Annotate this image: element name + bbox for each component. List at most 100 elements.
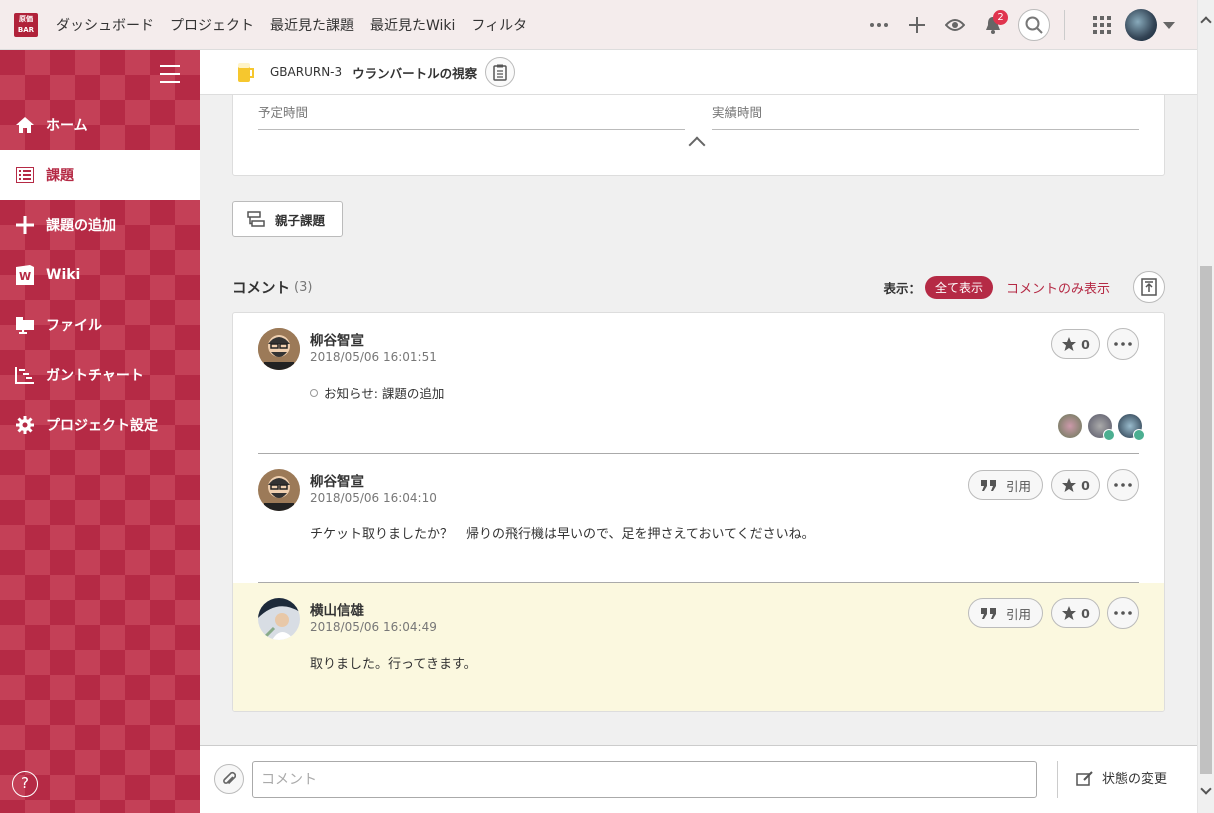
comment-input[interactable] <box>252 761 1037 798</box>
comment-date: 2018/05/06 16:01:51 <box>310 350 437 364</box>
sidebar-item-add-issue[interactable]: 課題の追加 <box>0 200 200 250</box>
collapse-chevron-up-icon[interactable] <box>688 136 706 154</box>
comment-item: 柳谷智宣 2018/05/06 16:04:10 チケット取りましたか？ 帰りの… <box>233 454 1164 582</box>
comment-more-button[interactable] <box>1107 469 1139 501</box>
comments-count: (3) <box>294 279 313 295</box>
comment-author[interactable]: 横山信雄 <box>310 599 364 619</box>
help-button[interactable]: ? <box>12 771 38 797</box>
avatar[interactable] <box>258 598 300 640</box>
star-icon <box>1062 478 1077 492</box>
attach-button[interactable] <box>214 764 244 794</box>
more-icon <box>1114 342 1132 346</box>
actual-time-label: 実績時間 <box>712 105 763 120</box>
upload-icon <box>1141 278 1157 296</box>
sidebar-item-label: ガントチャート <box>46 368 144 384</box>
nav-separator <box>1064 10 1065 40</box>
gantt-icon <box>14 364 36 386</box>
scroll-thumb[interactable] <box>1200 266 1212 774</box>
scrollbar[interactable] <box>1197 0 1214 813</box>
quote-button[interactable]: 引用 <box>968 470 1043 500</box>
comment-item-highlighted: 横山信雄 2018/05/06 16:04:49 取りました。行ってきます。 引… <box>233 583 1164 711</box>
gear-icon <box>14 414 36 436</box>
comment-author[interactable]: 柳谷智宣 <box>310 470 364 490</box>
avatar[interactable] <box>258 469 300 511</box>
sidebar-item-project-settings[interactable]: プロジェクト設定 <box>0 400 200 450</box>
comment-compose-bar: 状態の変更 <box>200 745 1197 813</box>
list-icon <box>14 164 36 186</box>
watcher-avatar[interactable] <box>1118 414 1145 441</box>
main-content: 予定時間 実績時間 親子課題 コメント (3) 表示： 全て表示 コメントのみ表… <box>200 95 1197 745</box>
sidebar-item-label: 課題の追加 <box>46 218 116 234</box>
bell-icon[interactable]: 2 <box>978 10 1008 40</box>
sidebar-item-label: Wiki <box>46 267 81 283</box>
star-button[interactable]: 0 <box>1051 598 1100 628</box>
star-icon <box>1062 606 1077 620</box>
show-comments-only-toggle[interactable]: コメントのみ表示 <box>1006 278 1110 297</box>
comment-body: 取りました。行ってきます。 <box>310 657 477 672</box>
app-logo[interactable]: 原価BAR <box>14 12 38 37</box>
apps-grid-icon[interactable] <box>1087 10 1117 40</box>
change-status-button[interactable]: 状態の変更 <box>1076 768 1167 787</box>
comment-notice: お知らせ: 課題の追加 <box>310 383 444 402</box>
nav-filter[interactable]: フィルタ <box>471 15 527 35</box>
bottom-separator <box>1057 761 1058 798</box>
issue-details-card: 予定時間 実績時間 <box>232 95 1165 176</box>
planned-time-field: 予定時間 <box>258 102 685 130</box>
quote-button[interactable]: 引用 <box>968 598 1043 628</box>
star-count: 0 <box>1081 477 1090 493</box>
paperclip-icon <box>223 771 236 785</box>
comment-more-button[interactable] <box>1107 597 1139 629</box>
comment-more-button[interactable] <box>1107 328 1139 360</box>
watcher-avatar[interactable] <box>1058 414 1082 438</box>
nav-projects[interactable]: プロジェクト <box>170 15 254 35</box>
home-icon <box>14 114 36 136</box>
notification-badge: 2 <box>993 10 1008 25</box>
nav-links: ダッシュボード プロジェクト 最近見た課題 最近見たWiki フィルタ <box>48 15 535 35</box>
search-button[interactable] <box>1018 9 1050 41</box>
copy-button[interactable] <box>485 57 516 87</box>
star-button[interactable]: 0 <box>1051 470 1100 500</box>
comment-date: 2018/05/06 16:04:10 <box>310 491 437 505</box>
plus-icon <box>14 214 36 236</box>
avatar[interactable] <box>258 328 300 370</box>
nav-dashboard[interactable]: ダッシュボード <box>56 15 154 35</box>
nav-recent-wiki[interactable]: 最近見たWiki <box>370 15 455 35</box>
issue-key[interactable]: GBARURN-3 <box>270 65 342 79</box>
actual-time-field: 実績時間 <box>712 102 1139 130</box>
user-avatar[interactable] <box>1125 9 1157 41</box>
star-icon <box>1062 337 1077 351</box>
watch-eye-icon[interactable] <box>940 10 970 40</box>
sidebar-item-gantt[interactable]: ガントチャート <box>0 350 200 400</box>
scroll-up-arrow-icon[interactable] <box>1200 16 1212 28</box>
watcher-avatar[interactable] <box>1088 414 1115 441</box>
show-all-toggle[interactable]: 全て表示 <box>924 275 993 299</box>
parent-child-issue-button[interactable]: 親子課題 <box>232 201 343 237</box>
more-icon <box>1114 611 1132 615</box>
chevron-down-icon[interactable] <box>1163 21 1175 29</box>
sidebar-item-files[interactable]: ファイル <box>0 300 200 350</box>
export-button[interactable] <box>1133 271 1165 303</box>
svg-text:W: W <box>19 270 31 283</box>
sidebar-item-wiki[interactable]: W Wiki <box>0 250 200 300</box>
sidebar-item-home[interactable]: ホーム <box>0 100 200 150</box>
comment-date: 2018/05/06 16:04:49 <box>310 620 437 634</box>
folder-icon <box>14 314 36 336</box>
nav-recent-issues[interactable]: 最近見た課題 <box>270 15 354 35</box>
more-icon[interactable] <box>864 10 894 40</box>
sidebar-item-issues[interactable]: 課題 <box>0 150 200 200</box>
comments-title: コメント <box>232 280 290 297</box>
comments-list: 柳谷智宣 2018/05/06 16:01:51 お知らせ: 課題の追加 0 柳… <box>232 312 1165 712</box>
star-button[interactable]: 0 <box>1051 329 1100 359</box>
check-icon <box>1103 429 1115 441</box>
bullet-icon <box>310 388 318 397</box>
parent-child-label: 親子課題 <box>275 212 326 228</box>
quote-label: 引用 <box>1005 478 1031 494</box>
comment-item: 柳谷智宣 2018/05/06 16:01:51 お知らせ: 課題の追加 0 <box>233 313 1164 453</box>
scroll-down-arrow-icon[interactable] <box>1200 783 1212 795</box>
hamburger-menu-icon[interactable] <box>160 65 180 83</box>
hierarchy-icon <box>247 211 265 227</box>
comment-author[interactable]: 柳谷智宣 <box>310 329 364 349</box>
clipboard-icon <box>493 64 507 81</box>
notice-text: お知らせ: 課題の追加 <box>324 386 445 401</box>
add-icon[interactable] <box>902 10 932 40</box>
